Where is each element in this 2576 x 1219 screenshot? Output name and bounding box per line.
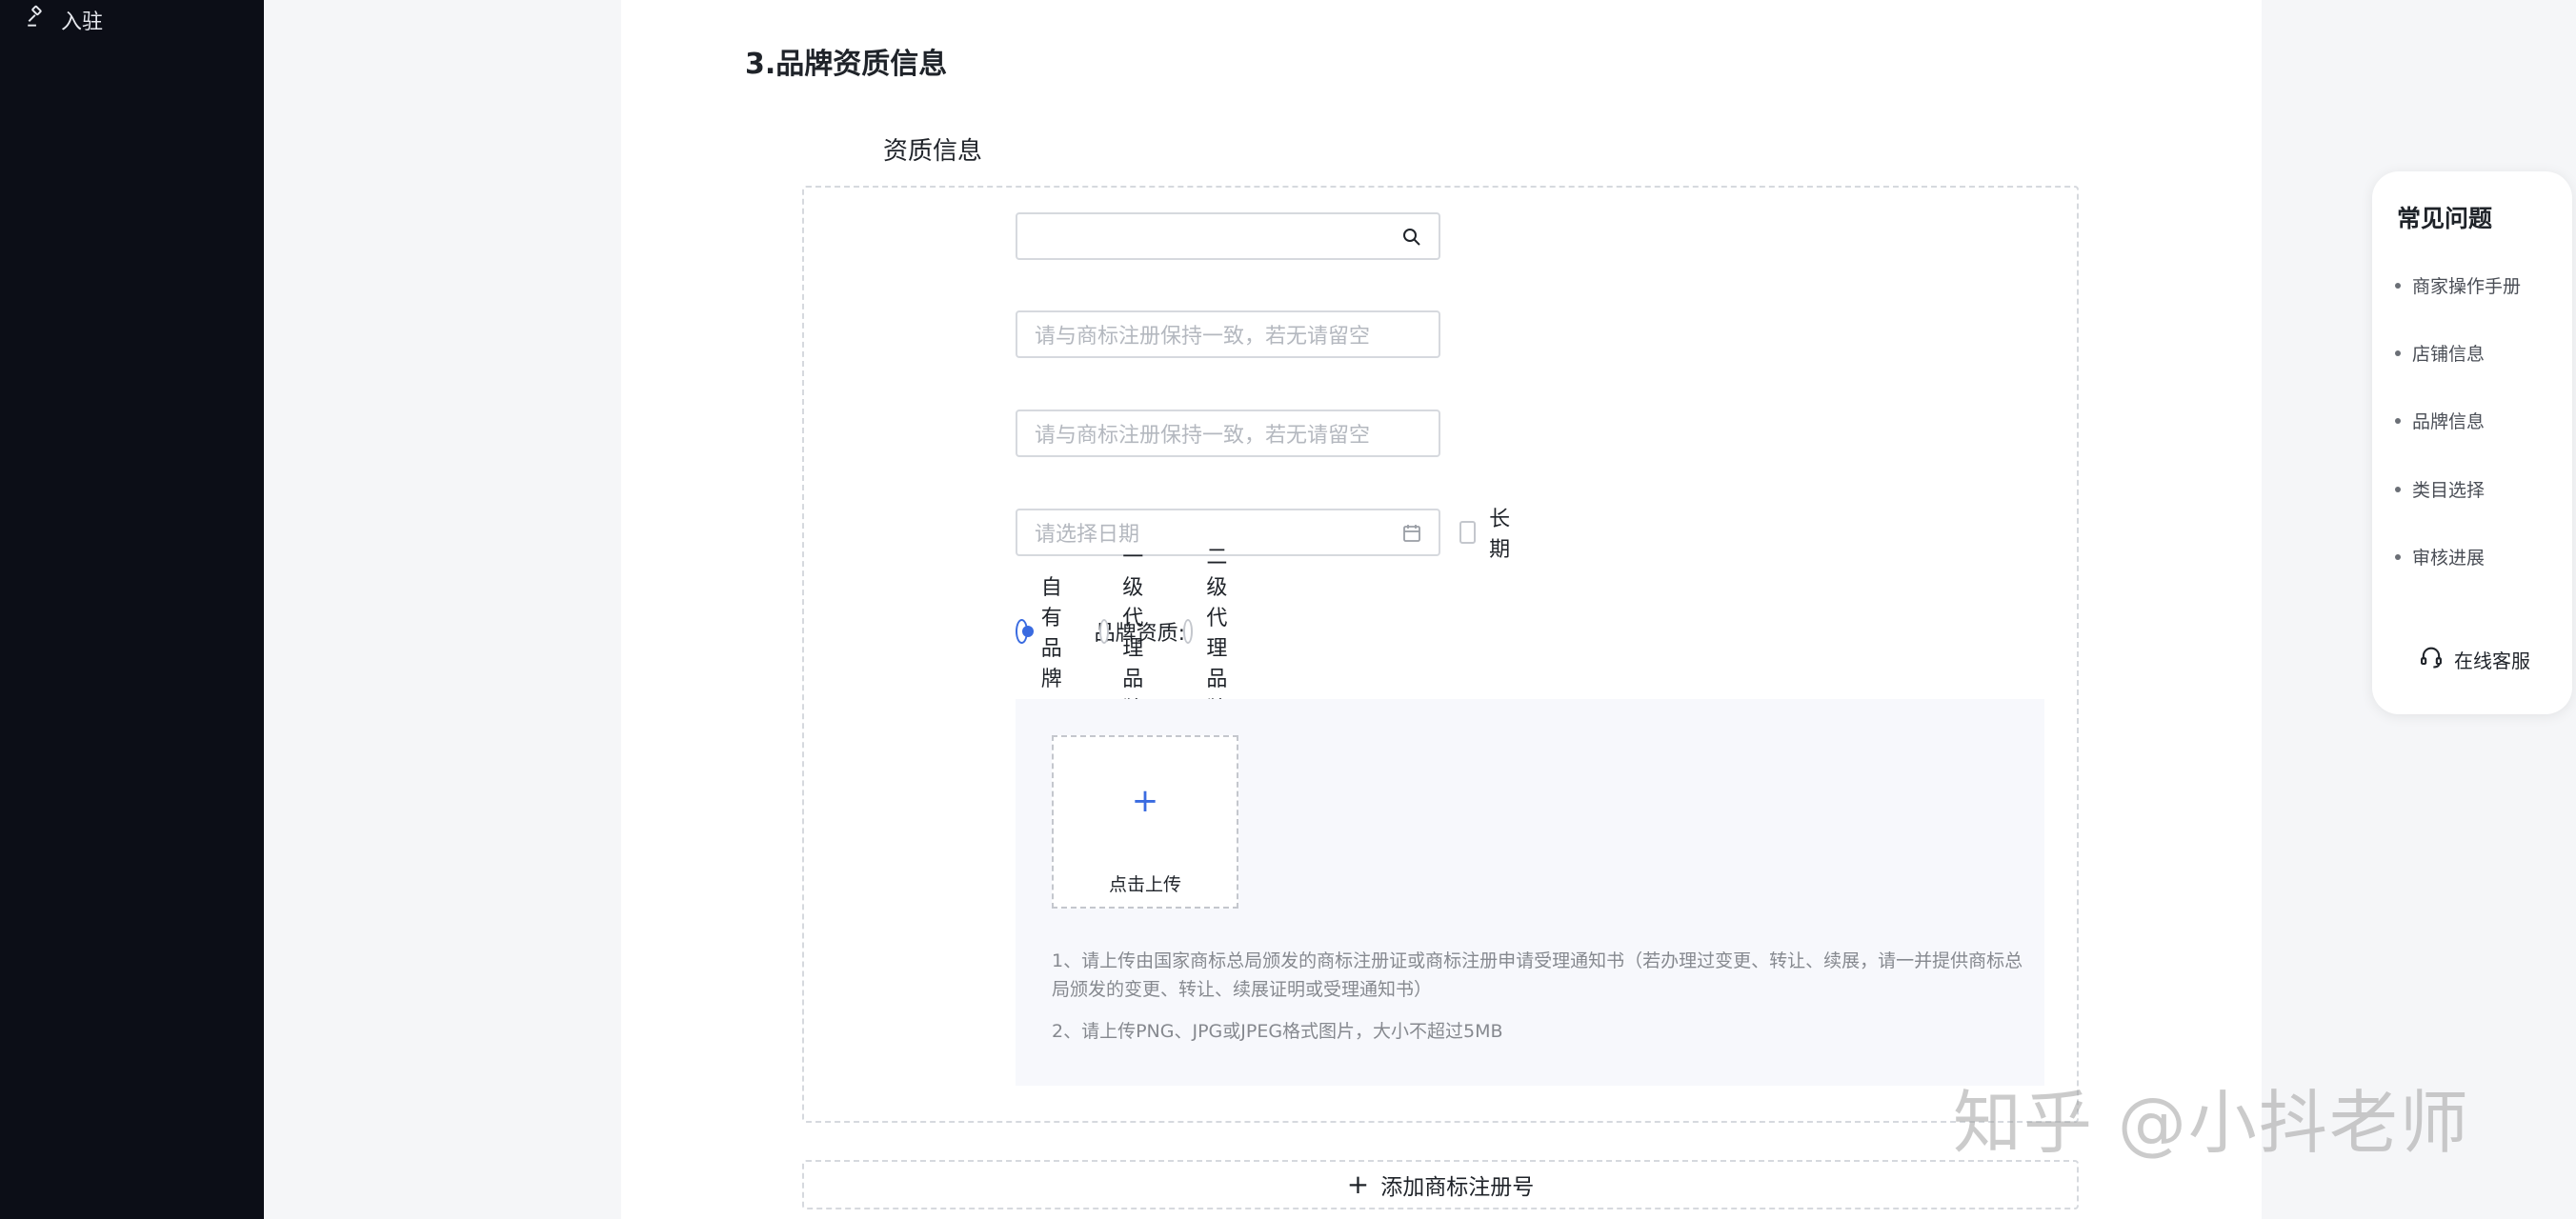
headset-icon bbox=[2418, 644, 2445, 675]
radio-second-agent-label: 二级代理品牌 bbox=[1206, 546, 1228, 722]
longterm-checkbox[interactable]: 长期 bbox=[1459, 502, 1517, 563]
plus-icon: + bbox=[1131, 782, 1159, 820]
upload-note-1: 1、请上传由国家商标总局颁发的商标注册证或商标注册申请受理通知书（若办理过变更、… bbox=[1052, 950, 2023, 1000]
radio-first-agent-label: 一级代理品牌 bbox=[1122, 546, 1144, 722]
add-trademark-button[interactable]: + 添加商标注册号 bbox=[802, 1160, 2079, 1209]
trademark-number-input[interactable] bbox=[1016, 212, 1440, 260]
sidebar-item-settle-in[interactable]: 入驻 bbox=[25, 5, 104, 35]
radio-second-agent-brand[interactable]: 二级代理品牌 bbox=[1183, 540, 1242, 723]
bullet-icon bbox=[2395, 486, 2401, 492]
bullet-icon bbox=[2395, 282, 2401, 289]
plus-icon: + bbox=[1346, 1169, 1370, 1200]
upload-label: 点击上传 bbox=[1108, 874, 1181, 895]
faq-item-review-progress[interactable]: 审核进展 bbox=[2395, 544, 2485, 570]
section-title: 3.品牌资质信息 bbox=[745, 48, 948, 81]
add-trademark-label: 添加商标注册号 bbox=[1380, 1175, 1535, 1200]
certificate-upload-panel: + 点击上传 1、请上传由国家商标总局颁发的商标注册证或商标注册申请受理通知书（… bbox=[1016, 699, 2044, 1086]
main-content: 3.品牌资质信息 资质信息 商标注册号: 品牌中文名: 请与商标注册保持一致，若… bbox=[621, 0, 2262, 1219]
radio-second-agent-circle[interactable] bbox=[1183, 619, 1194, 644]
brand-en-input[interactable]: 请与商标注册保持一致，若无请留空 bbox=[1016, 410, 1440, 457]
radio-first-agent-brand[interactable]: 一级代理品牌 bbox=[1099, 540, 1158, 723]
gavel-icon bbox=[25, 5, 50, 35]
brand-cn-placeholder: 请与商标注册保持一致，若无请留空 bbox=[1035, 325, 1371, 349]
bullet-icon bbox=[2395, 350, 2401, 356]
upload-note-2: 2、请上传PNG、JPG或JPEG格式图片，大小不超过5MB bbox=[1052, 1021, 1503, 1042]
faq-item-store-info[interactable]: 店铺信息 bbox=[2395, 340, 2485, 366]
upload-button[interactable]: + 点击上传 bbox=[1052, 735, 1238, 909]
qualification-subtitle: 资质信息 bbox=[883, 137, 983, 166]
search-icon[interactable] bbox=[1400, 226, 1423, 249]
radio-first-agent-circle[interactable] bbox=[1099, 619, 1110, 644]
radio-own-brand-label: 自有品牌 bbox=[1040, 576, 1062, 691]
radio-own-brand[interactable]: 自有品牌 bbox=[1016, 570, 1075, 692]
watermark: 知乎 @小抖老师 bbox=[1953, 1083, 2470, 1163]
bullet-icon bbox=[2395, 553, 2401, 560]
faq-item-category[interactable]: 类目选择 bbox=[2395, 476, 2485, 502]
brand-qualification-radio-group: 自有品牌 一级代理品牌 二级代理品牌 bbox=[1016, 540, 1267, 723]
sidebar: 入驻 bbox=[0, 0, 264, 1219]
radio-own-brand-circle[interactable] bbox=[1016, 619, 1034, 644]
brand-en-placeholder: 请与商标注册保持一致，若无请留空 bbox=[1035, 424, 1371, 448]
faq-title: 常见问题 bbox=[2397, 205, 2493, 232]
faq-panel: 常见问题 商家操作手册 店铺信息 品牌信息 类目选择 审核进展 在线客服 bbox=[2372, 171, 2572, 714]
bullet-icon bbox=[2395, 417, 2401, 424]
longterm-label: 长期 bbox=[1489, 508, 1511, 562]
faq-item-brand-info[interactable]: 品牌信息 bbox=[2395, 408, 2485, 433]
brand-cn-input[interactable]: 请与商标注册保持一致，若无请留空 bbox=[1016, 310, 1440, 358]
faq-item-manual[interactable]: 商家操作手册 bbox=[2395, 272, 2521, 298]
longterm-checkbox-box[interactable] bbox=[1459, 521, 1477, 544]
sidebar-item-label: 入驻 bbox=[61, 10, 104, 34]
calendar-icon bbox=[1400, 522, 1423, 545]
online-service-button[interactable]: 在线客服 bbox=[2418, 644, 2530, 675]
